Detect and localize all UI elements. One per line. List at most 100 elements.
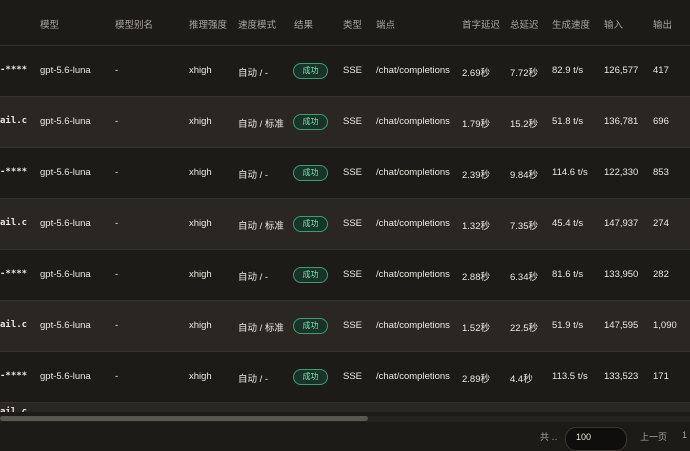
- input-cell: 122,330: [604, 167, 639, 178]
- status-badge: 成功: [293, 216, 328, 232]
- table-row[interactable]: -**** gpt-5.6-luna - xhigh 自动 / - 成功 SSE…: [0, 46, 690, 96]
- type-cell: SSE: [343, 269, 363, 280]
- output-cell: 1,090: [653, 320, 677, 331]
- model-cell: gpt-5.6-luna: [40, 218, 91, 229]
- total-latency-cell: 7.35秒: [510, 221, 538, 232]
- header-endpoint[interactable]: 端点: [376, 17, 395, 31]
- status-badge: 成功: [293, 369, 328, 385]
- page-size-select[interactable]: 100: [565, 427, 627, 451]
- effort-cell: xhigh: [189, 167, 212, 178]
- table-row[interactable]: ail.c gpt-5.6-luna - xhigh 自动 / 标准 成功 SS…: [0, 199, 690, 249]
- table-row[interactable]: -**** gpt-5.6-luna - xhigh 自动 / - 成功 SSE…: [0, 352, 690, 402]
- table-row[interactable]: ail.c gpt-5.6-luna - xhigh 自动 / 标准 成功 SS…: [0, 97, 690, 147]
- status-badge: 成功: [293, 318, 328, 334]
- type-cell: SSE: [343, 167, 363, 178]
- status-badge: 成功: [293, 267, 328, 283]
- alias-cell: -: [115, 218, 119, 229]
- first-latency-cell: 2.69秒: [462, 68, 490, 79]
- header-first-latency[interactable]: 首字延迟: [462, 17, 500, 31]
- effort-cell: xhigh: [189, 269, 212, 280]
- first-latency-cell: 1.32秒: [462, 221, 490, 232]
- header-gen-speed[interactable]: 生成速度: [552, 17, 590, 31]
- output-cell: 853: [653, 167, 669, 178]
- input-cell: 136,781: [604, 116, 639, 127]
- output-cell: 274: [653, 218, 669, 229]
- model-cell: gpt-5.6-luna: [40, 320, 91, 331]
- input-cell: 147,595: [604, 320, 639, 331]
- effort-cell: xhigh: [189, 65, 212, 76]
- header-alias[interactable]: 模型别名: [115, 17, 153, 31]
- first-latency-cell: 2.88秒: [462, 272, 490, 283]
- gen-speed-cell: 81.6 t/s: [552, 269, 584, 280]
- alias-cell: -: [115, 269, 119, 280]
- input-cell: 126,577: [604, 65, 639, 76]
- model-cell: gpt-5.6-luna: [40, 65, 91, 76]
- endpoint-cell: /chat/completions: [376, 269, 450, 280]
- output-cell: 696: [653, 116, 669, 127]
- gen-speed-cell: 51.8 t/s: [552, 116, 584, 127]
- model-cell: gpt-5.6-luna: [40, 371, 91, 382]
- first-latency-cell: 1.52秒: [462, 323, 490, 334]
- gen-speed-cell: 82.9 t/s: [552, 65, 584, 76]
- endpoint-cell: /chat/completions: [376, 116, 450, 127]
- type-cell: SSE: [343, 371, 363, 382]
- alias-cell: -: [115, 371, 119, 382]
- table-row[interactable]: -**** gpt-5.6-luna - xhigh 自动 / - 成功 SSE…: [0, 250, 690, 300]
- effort-cell: xhigh: [189, 371, 212, 382]
- output-cell: 282: [653, 269, 669, 280]
- page-number[interactable]: 1: [682, 430, 687, 440]
- table-row[interactable]: -**** gpt-5.6-luna - xhigh 自动 / - 成功 SSE…: [0, 148, 690, 198]
- page-size-value: 100: [576, 432, 592, 442]
- endpoint-cell: /chat/completions: [376, 371, 450, 382]
- header-effort[interactable]: 推理强度: [189, 17, 227, 31]
- endpoint-cell: /chat/completions: [376, 167, 450, 178]
- header-output[interactable]: 输出: [653, 17, 672, 31]
- total-latency-cell: 6.34秒: [510, 272, 538, 283]
- gen-speed-cell: 51.9 t/s: [552, 320, 584, 331]
- status-badge: 成功: [293, 165, 328, 181]
- table-row[interactable]: ail.c gpt-5.6-luna - xhigh 自动 / 标准 成功 SS…: [0, 301, 690, 351]
- endpoint-cell: /chat/completions: [376, 218, 450, 229]
- gen-speed-cell: 114.6 t/s: [552, 167, 588, 178]
- input-cell: 133,950: [604, 269, 639, 280]
- header-result[interactable]: 结果: [294, 17, 313, 31]
- alias-cell: -: [115, 65, 119, 76]
- input-cell: 147,937: [604, 218, 639, 229]
- model-cell: gpt-5.6-luna: [40, 116, 91, 127]
- input-cell: 133,523: [604, 371, 639, 382]
- effort-cell: xhigh: [189, 218, 212, 229]
- total-latency-cell: 22.5秒: [510, 323, 538, 334]
- status-badge: 成功: [293, 114, 328, 130]
- header-type[interactable]: 类型: [343, 17, 362, 31]
- account-cell: -****: [0, 167, 28, 177]
- header-speed-mode[interactable]: 速度模式: [238, 17, 276, 31]
- speed-mode-cell: 自动 / -: [238, 374, 269, 385]
- speed-mode-cell: 自动 / 标准: [238, 221, 284, 232]
- prev-page-button[interactable]: 上一页: [640, 430, 667, 443]
- speed-mode-cell: 自动 / -: [238, 272, 269, 283]
- account-cell: -****: [0, 269, 28, 279]
- model-cell: gpt-5.6-luna: [40, 269, 91, 280]
- scrollbar-thumb[interactable]: [0, 416, 368, 421]
- type-cell: SSE: [343, 65, 363, 76]
- total-latency-cell: 7.72秒: [510, 68, 538, 79]
- header-model[interactable]: 模型: [40, 17, 59, 31]
- type-cell: SSE: [343, 116, 363, 127]
- model-cell: gpt-5.6-luna: [40, 167, 91, 178]
- effort-cell: xhigh: [189, 320, 212, 331]
- account-cell: ail.c: [0, 116, 28, 126]
- endpoint-cell: /chat/completions: [376, 65, 450, 76]
- total-latency-cell: 9.84秒: [510, 170, 538, 181]
- total-latency-cell: 4.4秒: [510, 374, 533, 385]
- account-cell: -****: [0, 371, 28, 381]
- first-latency-cell: 2.39秒: [462, 170, 490, 181]
- header-input[interactable]: 输入: [604, 17, 623, 31]
- output-cell: 417: [653, 65, 669, 76]
- speed-mode-cell: 自动 / -: [238, 68, 269, 79]
- header-total-latency[interactable]: 总延迟: [510, 17, 539, 31]
- gen-speed-cell: 113.5 t/s: [552, 371, 588, 382]
- alias-cell: -: [115, 167, 119, 178]
- type-cell: SSE: [343, 218, 363, 229]
- first-latency-cell: 2.89秒: [462, 374, 490, 385]
- effort-cell: xhigh: [189, 116, 212, 127]
